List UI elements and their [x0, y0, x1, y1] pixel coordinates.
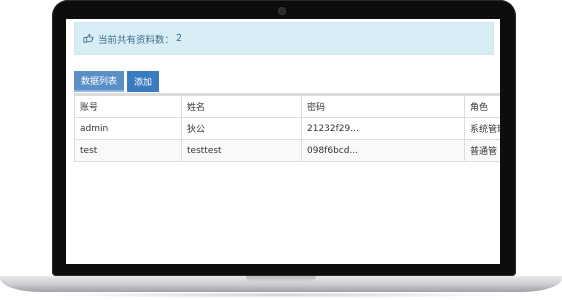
screen: 当前共有资料数：2 数据列表 添加 账号 姓名 密码 角色 admin 狄公: [66, 19, 500, 264]
header-role: 角色: [464, 95, 500, 118]
cell-password: 098f6bcd...: [301, 139, 465, 162]
cell-account: test: [74, 139, 182, 162]
cell-role: 系统管理: [464, 117, 500, 140]
data-table: 账号 姓名 密码 角色 admin 狄公 21232f29... 系统管理 te…: [74, 93, 500, 162]
laptop-shadow: [40, 292, 522, 298]
hand-point-right-icon: [83, 33, 94, 44]
header-password: 密码: [301, 95, 465, 118]
table-header-row: 账号 姓名 密码 角色: [74, 95, 500, 118]
cell-name: testtest: [181, 139, 302, 162]
cell-account: admin: [74, 117, 182, 140]
add-button[interactable]: 添加: [127, 71, 160, 92]
table-row[interactable]: admin 狄公 21232f29... 系统管理: [74, 117, 500, 140]
camera-icon: [278, 7, 286, 15]
info-alert: 当前共有资料数： 2: [74, 22, 494, 55]
tab-bar: 数据列表 添加: [74, 71, 160, 92]
header-account: 账号: [74, 95, 182, 118]
header-name: 姓名: [181, 95, 302, 118]
table-row[interactable]: test testtest 098f6bcd... 普通管: [74, 139, 500, 162]
tab-data-list[interactable]: 数据列表: [74, 71, 125, 92]
laptop-notch: [246, 276, 316, 282]
cell-password: 21232f29...: [301, 117, 465, 140]
cell-role: 普通管: [464, 139, 500, 162]
info-text: 当前共有资料数：: [98, 34, 175, 46]
cell-name: 狄公: [181, 117, 302, 140]
info-count: 2: [176, 33, 183, 44]
